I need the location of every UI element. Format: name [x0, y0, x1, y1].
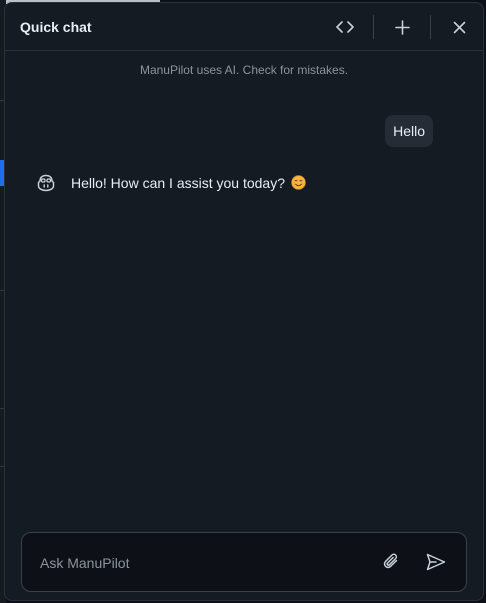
- new-chat-button[interactable]: [388, 13, 416, 41]
- code-view-button[interactable]: [331, 13, 359, 41]
- send-button[interactable]: [423, 549, 449, 575]
- close-button[interactable]: [445, 13, 473, 41]
- panel-header: Quick chat: [5, 3, 483, 51]
- panel-title: Quick chat: [20, 19, 92, 35]
- send-icon: [426, 553, 446, 571]
- ai-disclaimer: ManuPilot uses AI. Check for mistakes.: [139, 63, 349, 77]
- header-divider: [430, 15, 431, 39]
- attach-button[interactable]: [379, 549, 405, 575]
- smiling-face-icon: [291, 175, 306, 190]
- assistant-message-text: Hello! How can I assist you today?: [71, 175, 306, 191]
- assistant-avatar: [35, 172, 57, 194]
- user-message: Hello: [385, 115, 433, 147]
- quick-chat-panel: Quick chat ManuPilot uses AI. Check for …: [4, 2, 484, 601]
- header-divider: [373, 15, 374, 39]
- plus-icon: [394, 19, 410, 35]
- chat-input[interactable]: [38, 533, 372, 593]
- assistant-message: Hello! How can I assist you today?: [35, 171, 306, 195]
- paperclip-icon: [383, 553, 398, 569]
- close-icon: [453, 21, 465, 33]
- copilot-icon: [37, 174, 55, 192]
- code-icon: [336, 21, 354, 33]
- chat-composer: [21, 532, 467, 593]
